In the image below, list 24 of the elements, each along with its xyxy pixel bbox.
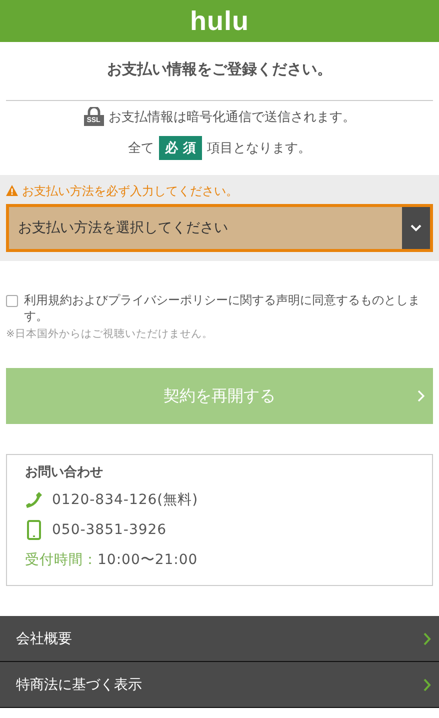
region-note: ※日本国外からはご視聴いただけません。 (6, 327, 214, 341)
business-hours: 10:00〜21:00 (98, 551, 198, 569)
ssl-notice: お支払情報は暗号化通信で送信されます。 (108, 108, 356, 126)
contact-title: お問い合わせ (25, 464, 104, 482)
error-message: お支払い方法を必ず入力してください。 (22, 183, 238, 200)
agreement-label: 利用規約およびプライバシーポリシーに関する声明に同意するものとします。 (24, 292, 421, 324)
required-notice: 項目となります。 (206, 140, 311, 156)
required-badge: 必 須 (159, 136, 202, 160)
phone-number: 050-3851-3926 (52, 522, 167, 538)
agree-checkbox[interactable] (6, 295, 18, 307)
warning-icon (6, 184, 18, 198)
chevron-right-icon (417, 390, 425, 402)
page-title: お支払い情報をご登録ください。 (106, 59, 333, 80)
chevron-down-icon (402, 207, 430, 249)
hours-label: 受付時間： (25, 551, 98, 569)
chevron-right-icon (423, 678, 431, 692)
footer-link[interactable]: 会社概要 (0, 616, 439, 662)
chevron-right-icon (423, 632, 431, 646)
footer-link[interactable]: 特商法に基づく表示 (0, 662, 439, 708)
phone-icon (25, 491, 43, 509)
required-notice: 全て (128, 140, 154, 156)
phone-number: 0120-834-126(無料) (52, 491, 198, 509)
mobile-phone-icon (25, 520, 43, 540)
payment-method-select[interactable]: お支払い方法を選択してください (6, 204, 433, 252)
